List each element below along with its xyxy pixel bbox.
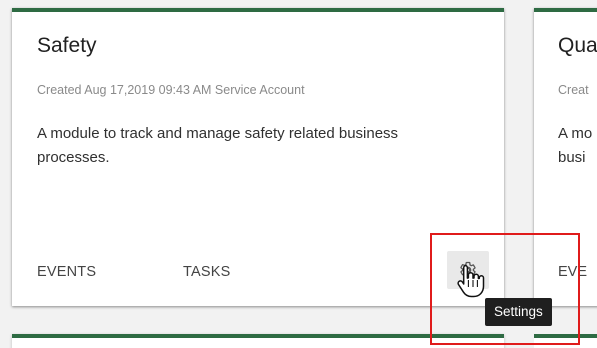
tasks-button[interactable]: TASKS [183,264,230,280]
settings-tooltip: Settings [485,298,552,326]
events-button[interactable]: EVENTS [37,264,96,280]
card-description: A mo busi [558,122,592,170]
module-card-below-next [534,334,597,348]
module-card-next: Qua Creat A mo busi EVE [534,8,597,306]
module-card-safety: Safety Created Aug 17,2019 09:43 AM Serv… [12,8,504,306]
page: Safety Created Aug 17,2019 09:43 AM Serv… [0,0,597,348]
card-description-line: busi [558,149,586,166]
hand-pointer-icon [457,264,485,298]
card-meta: Creat [558,83,589,97]
events-button[interactable]: EVE [558,264,587,280]
card-title: Qua [558,34,597,57]
card-title: Safety [37,34,97,57]
module-card-below [12,334,504,348]
card-description-line: A mo [558,125,593,142]
card-meta: Created Aug 17,2019 09:43 AM Service Acc… [37,83,305,97]
card-description: A module to track and manage safety rela… [37,125,399,166]
